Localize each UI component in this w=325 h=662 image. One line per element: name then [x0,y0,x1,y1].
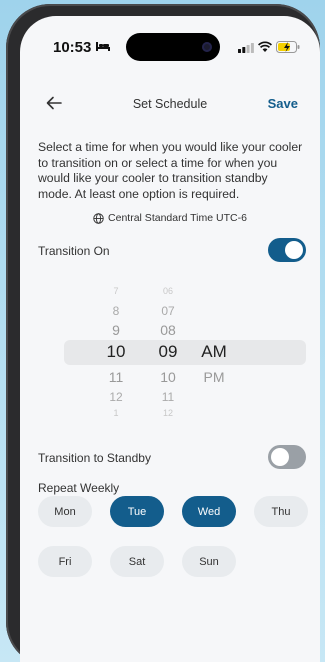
minute-option[interactable]: 07 [148,304,188,318]
day-sat-button[interactable]: Sat [110,546,164,577]
period-option[interactable]: AM [194,342,234,362]
transition-standby-toggle[interactable] [268,445,306,469]
day-tue-button[interactable]: Tue [110,496,164,527]
transition-on-toggle[interactable] [268,238,306,262]
timezone-label: Central Standard Time UTC-6 [20,212,320,224]
transition-on-label: Transition On [38,244,110,258]
day-mon-button[interactable]: Mon [38,496,92,527]
status-time: 10:53 [53,39,92,56]
schedule-description: Select a time for when you would like yo… [38,140,303,201]
period-option[interactable]: PM [194,369,234,385]
hour-option[interactable]: 12 [96,390,136,404]
nav-bar: Set Schedule Save [20,92,320,116]
camera-icon [202,42,212,52]
timezone-text: Central Standard Time UTC-6 [108,212,247,224]
signal-icon [238,43,254,53]
day-sun-button[interactable]: Sun [182,546,236,577]
globe-icon [93,212,104,224]
bed-icon [96,42,110,51]
hour-option[interactable]: 7 [96,286,136,296]
hour-option[interactable]: 8 [96,304,136,318]
minute-option[interactable]: 06 [148,286,188,296]
minute-option[interactable]: 08 [148,322,188,338]
day-fri-button[interactable]: Fri [38,546,92,577]
minute-option[interactable]: 09 [148,342,188,362]
status-bar: 10:53 [20,16,320,68]
save-button[interactable]: Save [268,96,298,111]
app-screen: 10:53 Set Schedule Save Select a time fo… [20,16,320,662]
phone-frame: 10:53 Set Schedule Save Select a time fo… [6,4,320,662]
hour-option[interactable]: 9 [96,322,136,338]
minute-option[interactable]: 10 [148,369,188,385]
time-picker: 7 8 9 10 11 12 1 06 07 08 09 10 11 12 AM PM [60,286,306,420]
dynamic-island [126,33,220,61]
transition-standby-label: Transition to Standby [38,451,151,465]
hour-option[interactable]: 11 [96,369,136,385]
day-thu-button[interactable]: Thu [254,496,308,527]
wifi-icon [258,41,272,52]
toggle-knob [285,241,303,259]
battery-charging-icon [276,41,300,53]
minute-option[interactable]: 11 [148,390,188,404]
repeat-weekly-label: Repeat Weekly [38,481,120,495]
hour-option[interactable]: 1 [96,408,136,418]
minute-option[interactable]: 12 [148,408,188,418]
hour-option[interactable]: 10 [96,342,136,362]
toggle-knob [271,448,289,466]
day-wed-button[interactable]: Wed [182,496,236,527]
